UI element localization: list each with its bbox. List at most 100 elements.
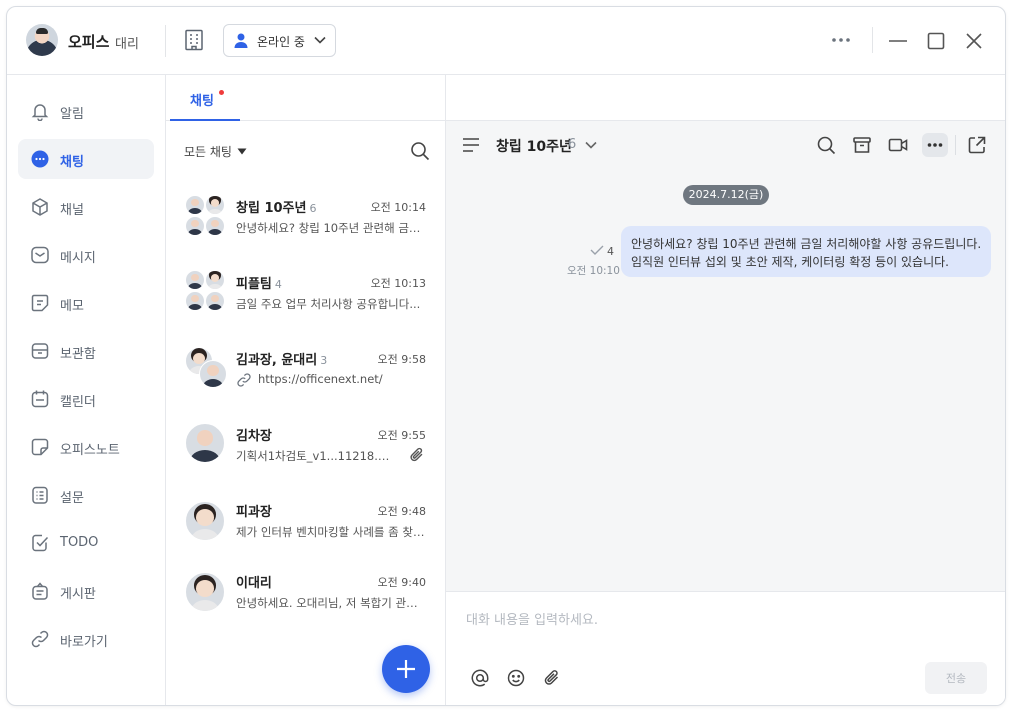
chat-name: 피플팀 4 (236, 277, 282, 292)
minimize-icon[interactable] (887, 31, 909, 51)
divider (872, 27, 873, 53)
sidebar-item-calendar[interactable]: 캘린더 (18, 379, 154, 419)
message-text: 임직원 인터뷰 섭외 및 초안 제작, 케이터링 확정 등이 있습니다. (631, 255, 949, 269)
sidebar-item-todo[interactable]: TODO (18, 523, 154, 563)
sidebar-item-label: 알림 (60, 107, 84, 122)
sidebar-item-memo[interactable]: 메모 (18, 283, 154, 323)
building-icon[interactable] (184, 29, 204, 51)
sidebar-item-board[interactable]: 게시판 (18, 571, 154, 611)
message-time: 오전 10:10 (567, 265, 620, 277)
chat-time: 오전 9:48 (377, 505, 426, 518)
calendar-icon (31, 390, 49, 408)
note-icon (31, 438, 49, 456)
maximize-icon[interactable] (926, 31, 946, 51)
mention-icon[interactable] (470, 668, 490, 688)
avatar (185, 291, 205, 311)
sidebar-item-label: 오피스노트 (60, 443, 120, 458)
chat-list-item[interactable]: 이대리 오전 9:40 안녕하세요. 오대리님, 저 복합기 관련해서 문의드립… (166, 572, 444, 642)
chat-name: 김차장 (236, 429, 272, 444)
chat-preview: 안녕하세요? 창립 10주년 관련해 금일 처리해야할 사항 공유드립니다. (236, 221, 428, 235)
sidebar-item-label: 채널 (60, 203, 84, 218)
paperclip-icon (410, 447, 423, 462)
cube-icon (32, 198, 48, 216)
paperclip-icon[interactable] (542, 668, 562, 688)
envelope-icon (31, 246, 49, 264)
message-input[interactable] (466, 610, 986, 630)
chevron-down-icon[interactable] (584, 140, 598, 150)
sidebar-item-officenote[interactable]: 오피스노트 (18, 427, 154, 467)
avatar (185, 270, 205, 290)
bell-icon (31, 104, 49, 121)
chat-time: 오전 10:14 (370, 201, 426, 214)
video-call-icon[interactable] (887, 134, 909, 156)
chat-list-item[interactable]: 김과장, 윤대리 3 오전 9:58 https://officenext.net… (166, 347, 444, 419)
sidebar-item-label: 게시판 (60, 587, 96, 602)
chat-list-item[interactable]: 피플팀 4 오전 10:13 금일 주요 업무 처리사항 공유합니다... (166, 270, 444, 343)
chat-preview: 안녕하세요. 오대리님, 저 복합기 관련해서 문의드립니다. (236, 596, 428, 610)
avatar (205, 195, 225, 215)
chat-list-item[interactable]: 피과장 오전 9:48 제가 인터뷰 벤치마킹할 사례를 좀 찾아봤습니다. (166, 501, 444, 571)
sidebar-item-chat[interactable]: 채팅 (18, 139, 154, 179)
chat-list-panel: 모든 채팅 창립 10주년 6 오전 10:14 안녕하세요? 창립 10주년 관… (166, 75, 446, 705)
board-icon (32, 582, 48, 600)
sidebar-item-shortcut[interactable]: 바로가기 (18, 619, 154, 659)
emoji-icon[interactable] (506, 668, 526, 688)
message-bubble[interactable]: 안녕하세요? 창립 10주년 관련해 금일 처리해야할 사항 공유드립니다. 임… (621, 226, 991, 277)
read-count: 4 (607, 245, 614, 258)
user-avatar[interactable] (26, 24, 58, 56)
chat-name: 이대리 (236, 576, 272, 591)
clipboard-list-icon (32, 486, 48, 504)
chat-filter-dropdown[interactable]: 모든 채팅 (184, 143, 232, 160)
title-bar: 오피스 대리 온라인 중 (7, 7, 1005, 75)
sidebar-item-label: 바로가기 (60, 635, 108, 650)
sidebar-nav: 알림 채팅 채널 메시지 메모 보관함 캘린더 오피스노트 설문 TODO 게시… (7, 75, 166, 705)
new-chat-button[interactable] (382, 645, 430, 693)
archive-icon[interactable] (851, 134, 873, 156)
chat-name: 김과장, 윤대리 3 (236, 353, 328, 368)
popout-icon[interactable] (966, 134, 988, 156)
close-icon[interactable] (963, 30, 985, 52)
message-composer: 전송 (446, 591, 1005, 705)
chat-name: 창립 10주년 6 (236, 201, 317, 216)
app-window: 오피스 대리 온라인 중 알림 채팅 채널 메시지 메모 보관함 캘린더 오피스… (6, 6, 1006, 706)
check-square-icon (32, 534, 49, 552)
avatar (185, 195, 205, 215)
sidebar-item-notifications[interactable]: 알림 (18, 91, 154, 131)
sidebar-item-label: 메시지 (60, 251, 96, 266)
room-header: 창립 10주년 6 (446, 121, 1005, 171)
sidebar-item-label: 설문 (60, 491, 84, 506)
sidebar-item-survey[interactable]: 설문 (18, 475, 154, 515)
divider (955, 135, 956, 155)
sidebar-item-channel[interactable]: 채널 (18, 187, 154, 227)
send-button[interactable]: 전송 (925, 662, 987, 694)
sidebar-item-label: 캘린더 (60, 395, 96, 410)
search-icon[interactable] (815, 134, 837, 156)
search-icon[interactable] (410, 141, 430, 161)
check-icon (590, 245, 604, 255)
sidebar-item-storage[interactable]: 보관함 (18, 331, 154, 371)
chevron-down-icon (314, 36, 326, 44)
more-icon[interactable] (829, 32, 853, 48)
chat-preview: 기획서1차검토_v1...11218.ppt (236, 449, 396, 463)
chat-list-item[interactable]: 김차장 오전 9:55 기획서1차검토_v1...11218.ppt (166, 423, 444, 495)
chat-name: 피과장 (236, 505, 272, 520)
chat-list-item[interactable]: 창립 10주년 6 오전 10:14 안녕하세요? 창립 10주년 관련해 금일 … (166, 195, 444, 267)
sidebar-item-message[interactable]: 메시지 (18, 235, 154, 275)
menu-icon[interactable] (462, 137, 480, 153)
user-name: 오피스 (68, 33, 110, 51)
member-count: 6 (309, 202, 317, 215)
divider (165, 25, 166, 57)
sidebar-item-label: 보관함 (60, 347, 96, 362)
member-count: 6 (568, 137, 577, 152)
chat-room-pane: 창립 10주년 6 2024.7.12(금) 4 오전 10:10 안녕하세요?… (446, 121, 1005, 705)
avatar (205, 291, 225, 311)
avatar (185, 216, 205, 236)
sidebar-item-label: 메모 (60, 299, 84, 314)
sidebar-item-label: TODO (60, 535, 99, 550)
caret-down-icon[interactable] (237, 148, 247, 155)
chat-preview: 금일 주요 업무 처리사항 공유합니다... (236, 297, 421, 311)
user-title: 대리 (115, 37, 139, 52)
avatar (205, 270, 225, 290)
more-icon[interactable] (922, 133, 948, 157)
status-dropdown[interactable]: 온라인 중 (223, 24, 336, 57)
